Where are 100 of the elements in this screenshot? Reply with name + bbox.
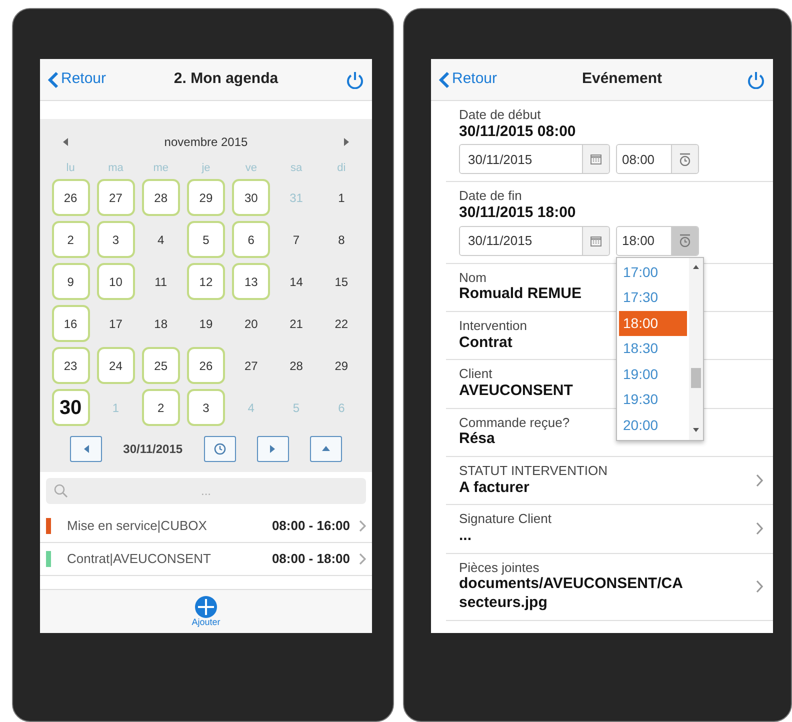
calendar-day[interactable]: 21 xyxy=(277,305,316,342)
field-value: ... xyxy=(459,527,472,546)
calendar-day[interactable]: 4 xyxy=(142,221,180,258)
field-label: Client xyxy=(459,366,492,382)
event-item[interactable]: Contrat|AVEUCONSENT 08:00 - 18:00 xyxy=(40,543,372,576)
calendar-day[interactable]: 7 xyxy=(277,221,316,258)
weekday-label: je xyxy=(200,160,212,176)
field-value: A facturer xyxy=(459,478,530,498)
search-field[interactable]: ... xyxy=(46,478,366,504)
calendar-day[interactable]: 22 xyxy=(322,305,360,342)
back-link[interactable]: Retour xyxy=(439,68,498,91)
clock-icon xyxy=(678,234,692,248)
calendar-day[interactable]: 24 xyxy=(96,347,135,384)
clock-button[interactable] xyxy=(204,436,236,462)
calendar-day[interactable]: 28 xyxy=(277,347,316,384)
calendar-day[interactable]: 6 xyxy=(232,221,270,258)
chevron-right-icon[interactable] xyxy=(755,522,763,536)
chevron-right-icon[interactable] xyxy=(755,474,763,487)
field-label: Pièces jointes xyxy=(459,560,540,576)
calendar-day[interactable]: 2 xyxy=(142,389,180,426)
calendar-button[interactable] xyxy=(582,145,609,174)
clock-button[interactable] xyxy=(671,145,698,174)
power-icon[interactable] xyxy=(346,70,364,88)
calendar-day[interactable]: 30 xyxy=(52,389,90,426)
field-label: Signature Client xyxy=(459,511,552,527)
calendar-day[interactable]: 26 xyxy=(186,347,225,384)
calendar-day[interactable]: 10 xyxy=(96,263,135,300)
field-value: Romuald REMUE xyxy=(459,285,582,304)
weekday-label: me xyxy=(152,160,170,176)
calendar-day[interactable]: 30 xyxy=(232,179,270,216)
screen-title: Evénement xyxy=(580,69,664,90)
calendar-day[interactable]: 25 xyxy=(142,347,180,384)
calendar-day[interactable]: 3 xyxy=(186,389,225,426)
calendar-day[interactable]: 5 xyxy=(186,221,225,258)
event-time: 08:00 - 18:00 xyxy=(272,550,350,568)
chevron-right-icon[interactable] xyxy=(755,580,763,593)
calendar-day[interactable]: 19 xyxy=(186,305,225,342)
calendar-day[interactable]: 13 xyxy=(232,263,270,300)
calendar-day[interactable]: 17 xyxy=(96,305,135,342)
weekday-label: ve xyxy=(244,160,258,176)
caret-right-icon xyxy=(269,444,276,454)
time-option[interactable]: 17:00 xyxy=(619,260,687,286)
search-icon xyxy=(54,484,68,498)
field-label: Nom xyxy=(459,270,486,286)
month-title: novembre 2015 xyxy=(164,134,248,151)
event-title: Contrat|AVEUCONSENT xyxy=(67,550,212,568)
calendar-day[interactable]: 28 xyxy=(142,179,180,216)
clock-button[interactable] xyxy=(671,226,698,255)
time-option[interactable]: 19:30 xyxy=(619,387,687,413)
calendar-day[interactable]: 12 xyxy=(186,263,225,300)
calendar-day[interactable]: 8 xyxy=(322,221,360,258)
date-field[interactable]: 30/11/2015 xyxy=(459,226,610,256)
time-option[interactable]: 20:00 xyxy=(619,412,687,438)
calendar-day[interactable]: 2 xyxy=(52,221,90,258)
field-value: 30/11/2015 18:00 xyxy=(459,204,576,223)
calendar-button[interactable] xyxy=(582,226,609,255)
date-field[interactable]: 30/11/2015 xyxy=(459,144,610,174)
calendar-day[interactable]: 27 xyxy=(96,179,135,216)
previous-day-button[interactable] xyxy=(70,436,102,462)
time-option[interactable]: 19:00 xyxy=(619,362,687,388)
calendar-day[interactable]: 29 xyxy=(186,179,225,216)
scrollbar[interactable] xyxy=(689,258,703,440)
chevron-right-icon xyxy=(358,520,366,532)
calendar-day[interactable]: 11 xyxy=(142,263,180,300)
back-link[interactable]: Retour xyxy=(48,68,106,91)
field-label: Date de début xyxy=(459,107,541,123)
field-label: Intervention xyxy=(459,318,527,334)
calendar-day[interactable]: 14 xyxy=(277,263,316,300)
time-option[interactable]: 18:30 xyxy=(619,336,687,362)
chevron-left-icon xyxy=(439,70,450,88)
previous-month-icon[interactable] xyxy=(62,137,69,147)
chevron-left-icon xyxy=(48,70,59,88)
calendar-day[interactable]: 16 xyxy=(52,305,90,342)
weekday-label: di xyxy=(336,160,347,176)
field-label: Commande reçue? xyxy=(459,414,570,430)
collapse-button[interactable] xyxy=(310,436,342,462)
calendar-day[interactable]: 20 xyxy=(232,305,270,342)
calendar-day[interactable]: 29 xyxy=(322,347,360,384)
calendar-day[interactable]: 15 xyxy=(322,263,360,300)
clock-icon xyxy=(214,443,226,455)
weekday-label: ma xyxy=(107,160,124,176)
calendar-day[interactable]: 26 xyxy=(52,179,90,216)
calendar-icon xyxy=(590,153,602,166)
chevron-right-icon xyxy=(358,553,366,565)
power-icon[interactable] xyxy=(747,70,765,88)
calendar-day[interactable]: 3 xyxy=(96,221,135,258)
next-day-button[interactable] xyxy=(256,436,289,462)
time-option[interactable]: 17:30 xyxy=(619,285,687,311)
time-field[interactable]: 18:00 xyxy=(616,226,699,256)
calendar-day[interactable]: 18 xyxy=(142,305,180,342)
time-field[interactable]: 08:00 xyxy=(616,144,699,174)
event-title: Mise en service|CUBOX xyxy=(67,517,208,536)
calendar-day[interactable]: 27 xyxy=(232,347,270,384)
next-month-icon[interactable] xyxy=(342,137,350,147)
calendar-day[interactable]: 9 xyxy=(52,263,90,300)
calendar-day[interactable]: 1 xyxy=(322,179,360,216)
event-item[interactable]: Mise en service|CUBOX 08:00 - 16:00 xyxy=(40,510,372,543)
field-value: Contrat xyxy=(459,334,512,352)
calendar-day[interactable]: 23 xyxy=(52,347,90,384)
weekday-label: sa xyxy=(289,160,304,176)
